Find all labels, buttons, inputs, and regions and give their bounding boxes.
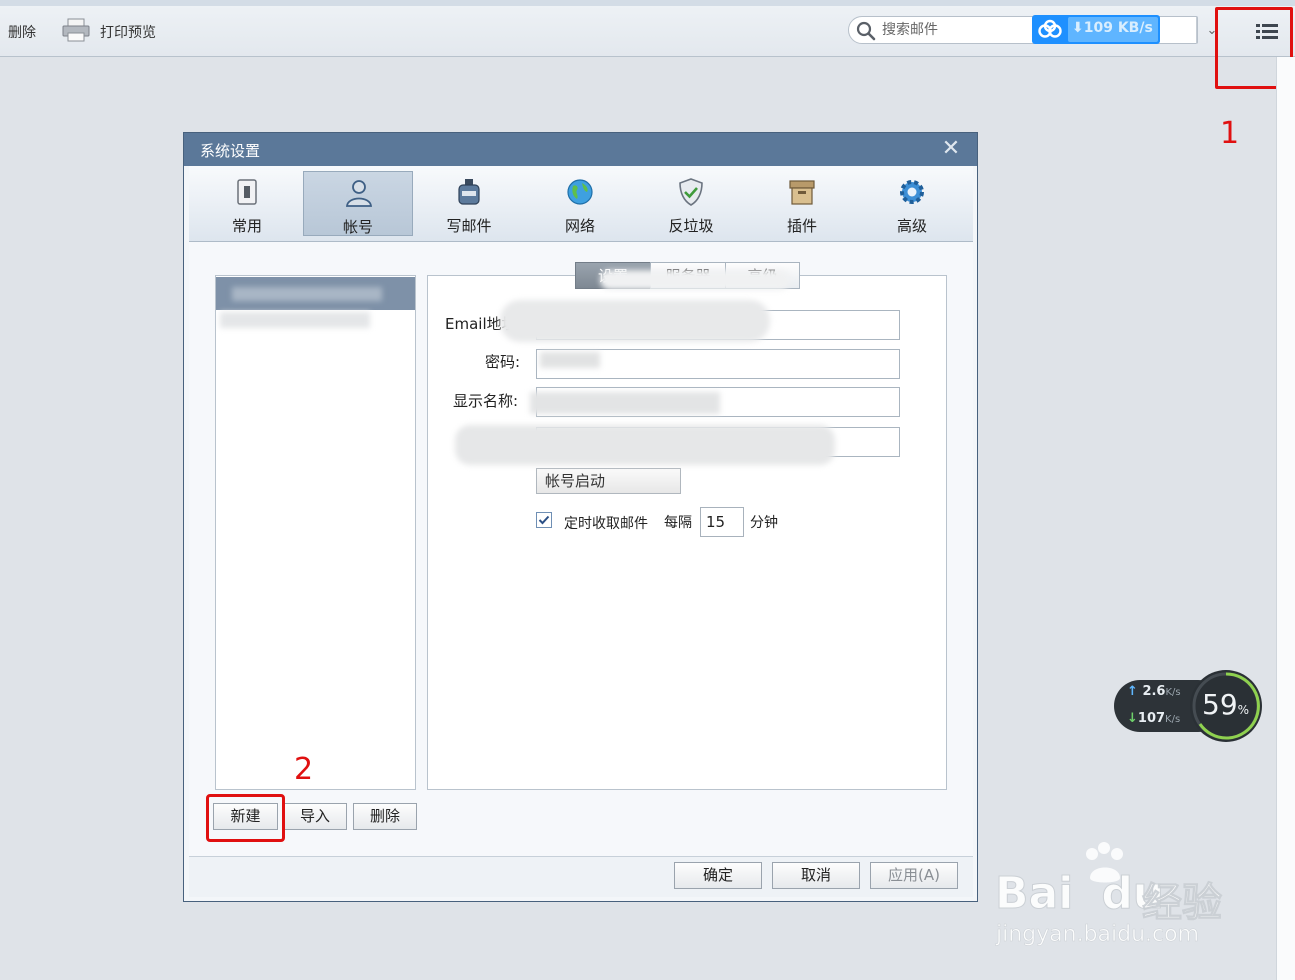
baidu-jingyan-watermark: Bai du 经验 jingyan.baidu.com [990, 840, 1240, 950]
annotation-number-2: 2 [294, 752, 314, 787]
display-name-label: 显示名称: [453, 392, 519, 410]
redaction-mask [455, 425, 835, 465]
gear-icon [900, 180, 924, 204]
tab-account[interactable]: 帐号 [303, 171, 413, 236]
tab-label: 插件 [786, 217, 817, 235]
tab-compose[interactable]: 写邮件 [414, 171, 524, 236]
tab-label: 网络 [564, 217, 595, 235]
print-preview-button[interactable]: 打印预览 [100, 22, 156, 42]
apply-button[interactable]: 应用(A) [870, 862, 958, 889]
auto-receive-label: 定时收取邮件 [564, 516, 648, 532]
watermark-cn: 经验 [1142, 880, 1223, 927]
cloud-icon [1038, 19, 1062, 38]
printer-icon[interactable] [62, 18, 90, 42]
import-button[interactable]: 导入 [283, 803, 347, 830]
tab-label: 常用 [231, 217, 262, 235]
password-label: 密码: [485, 353, 521, 371]
interval-input[interactable]: 15 [700, 507, 744, 537]
redaction-mask [500, 300, 770, 342]
ok-button[interactable]: 确定 [674, 862, 762, 889]
shield-icon [679, 178, 703, 206]
close-icon[interactable]: ✕ [940, 137, 962, 161]
tab-antispam[interactable]: 反垃圾 [636, 171, 746, 236]
search-icon[interactable] [855, 20, 877, 42]
redaction-mask [600, 270, 790, 290]
annotation-number-1: 1 [1220, 116, 1240, 151]
redacted-account-name [232, 287, 382, 301]
delete-account-button[interactable]: 删除 [353, 803, 417, 830]
redaction-mask [540, 352, 600, 368]
cancel-button[interactable]: 取消 [772, 862, 860, 889]
tab-label: 高级 [896, 217, 927, 235]
switch-icon [237, 179, 257, 205]
minutes-label: 分钟 [750, 515, 778, 531]
tab-label: 反垃圾 [668, 217, 714, 235]
delete-button[interactable]: 删除 [8, 22, 36, 42]
annotation-box-2 [206, 794, 285, 842]
ink-bottle-icon [458, 179, 480, 205]
tab-label: 帐号 [342, 218, 373, 236]
download-speed: ↓107K/s [1127, 711, 1181, 726]
dialog-title: 系统设置 [200, 142, 261, 160]
tab-network[interactable]: 网络 [525, 171, 635, 236]
watermark-url: jingyan.baidu.com [996, 922, 1200, 948]
tab-advanced[interactable]: 高级 [857, 171, 967, 236]
scrollbar[interactable] [1276, 57, 1295, 980]
tab-label: 写邮件 [446, 217, 492, 235]
account-activate-button[interactable]: 帐号启动 [536, 468, 681, 494]
person-icon [346, 180, 372, 207]
search-input[interactable] [882, 20, 1027, 40]
upload-speed: ↑ 2.6K/s [1127, 684, 1181, 699]
redaction-mask [530, 392, 720, 414]
every-label: 每隔 [664, 515, 692, 531]
checkmark-icon [538, 515, 550, 525]
tab-plugins[interactable]: 插件 [747, 171, 857, 236]
watermark-brand: Bai du [994, 868, 1165, 920]
globe-icon [567, 179, 593, 205]
redacted-account-email [220, 312, 370, 328]
dialog-title-bar[interactable] [184, 133, 977, 166]
tab-general[interactable]: 常用 [192, 171, 302, 236]
cpu-percent: 59% [1202, 688, 1250, 721]
auto-receive-checkbox[interactable] [536, 512, 552, 528]
download-speed-text: ⬇109 KB/s [1072, 20, 1153, 36]
account-list[interactable] [215, 275, 416, 790]
box-icon [789, 180, 815, 205]
